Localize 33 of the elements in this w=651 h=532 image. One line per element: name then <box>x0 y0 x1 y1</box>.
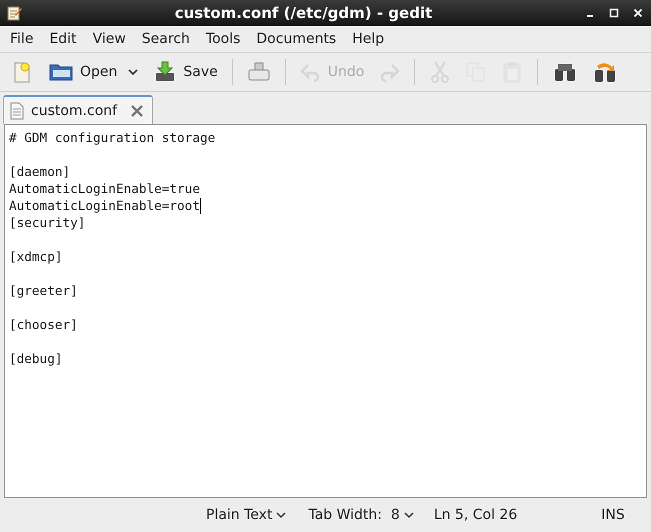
text-editor[interactable]: # GDM configuration storage [daemon] AutomaticLoginEnable=true AutomaticLoginEnable=root [security] [xdmcp] [greeter] [chooser] [debug] <box>4 124 647 498</box>
menu-item[interactable]: Edit <box>41 31 85 47</box>
window-title: custom.conf (/etc/gdm) - gedit <box>174 4 434 22</box>
maximize-icon[interactable] <box>609 8 619 18</box>
menu-item[interactable]: Help <box>344 31 392 47</box>
menu-item[interactable]: Documents <box>248 31 344 47</box>
chevron-down-icon[interactable] <box>127 68 140 76</box>
menu-item[interactable]: Search <box>134 31 198 47</box>
insert-mode: INS <box>601 507 625 523</box>
save-button[interactable]: Save <box>147 56 224 88</box>
notepad-icon <box>6 5 22 21</box>
document-tab[interactable]: custom.conf <box>3 95 154 124</box>
chevron-down-icon[interactable] <box>276 511 286 519</box>
scissors-icon <box>429 60 452 84</box>
menu-item[interactable]: File <box>2 31 42 47</box>
code-line: # GDM configuration storage <box>9 129 216 146</box>
cursor-position: Ln 5, Col 26 <box>434 507 518 523</box>
code-line: [xdmcp] <box>9 248 62 265</box>
code-line: [debug] <box>9 350 62 367</box>
code-line: AutomaticLoginEnable=root <box>9 197 200 214</box>
open-button[interactable]: Open <box>42 56 146 88</box>
tab-width-selector[interactable]: Tab Width: 8 <box>302 507 420 523</box>
code-line: [security] <box>9 214 86 231</box>
menu-item[interactable]: Tools <box>198 31 248 47</box>
code-line: [greeter] <box>9 282 78 299</box>
code-line: [chooser] <box>9 316 78 333</box>
text-cursor <box>200 198 201 214</box>
language-selector[interactable]: Plain Text <box>200 507 292 523</box>
document-icon <box>10 102 24 120</box>
code-line: [daemon] <box>9 163 70 180</box>
chevron-down-icon[interactable] <box>404 511 414 519</box>
code-line: AutomaticLoginEnable=true <box>9 180 200 197</box>
menu-item[interactable]: View <box>84 31 134 47</box>
